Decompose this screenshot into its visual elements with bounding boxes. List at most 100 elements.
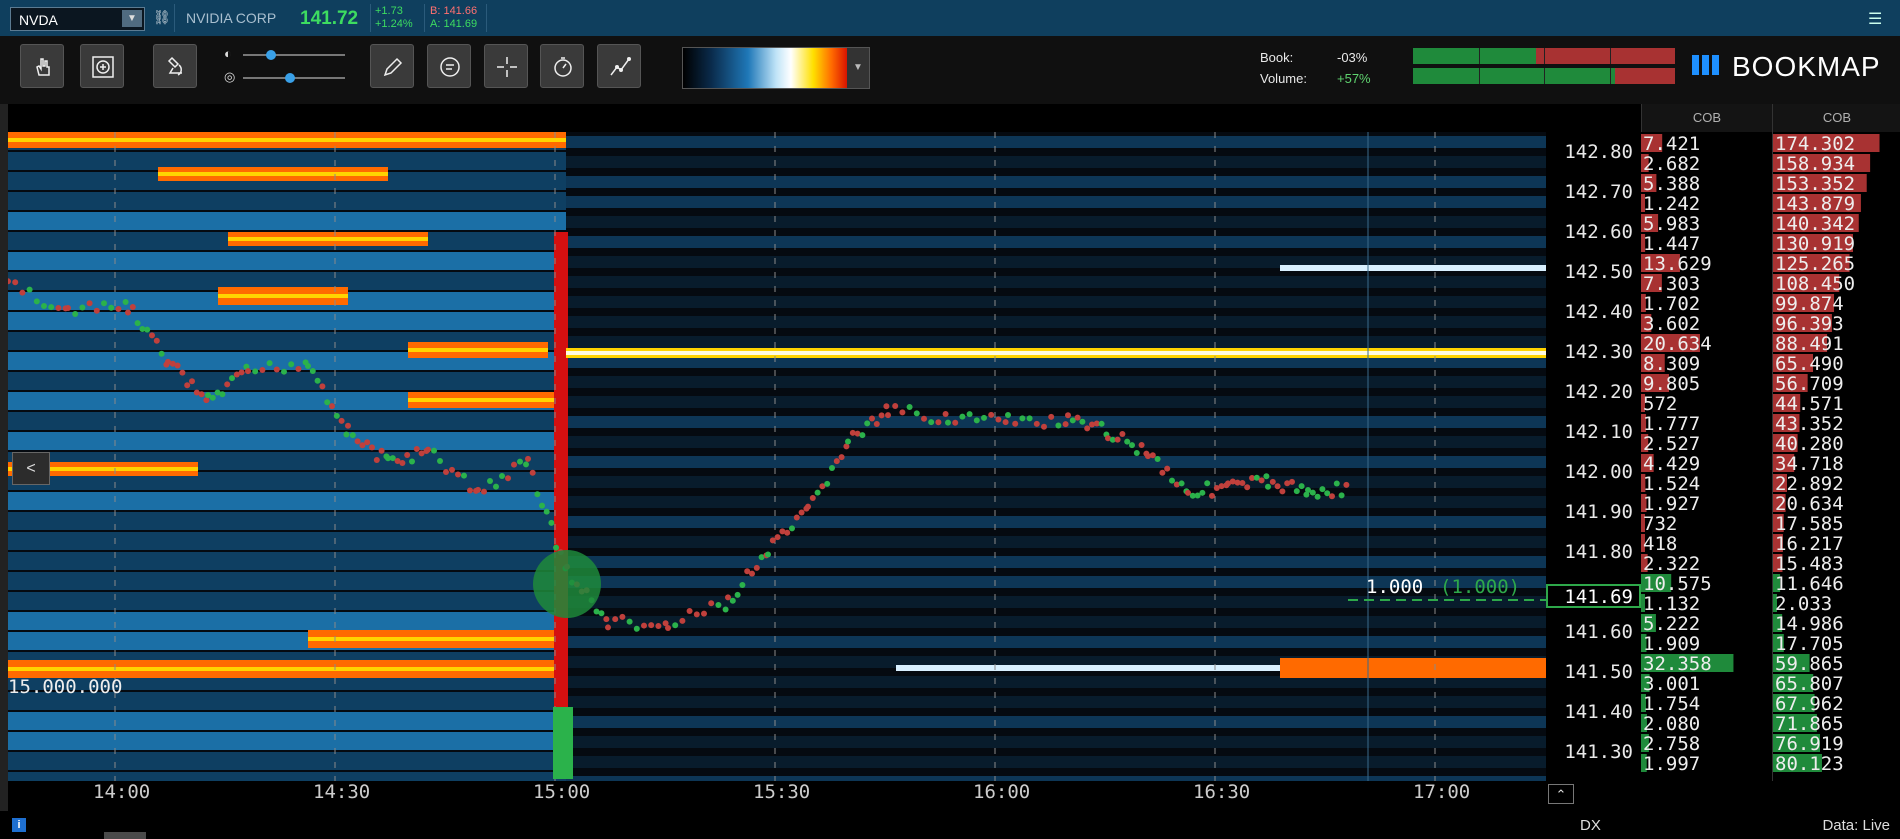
- trade-dot: [1124, 438, 1131, 445]
- trade-dot: [1062, 421, 1069, 428]
- trade-dot: [281, 368, 287, 375]
- trade-dot: [774, 534, 781, 541]
- link-icon[interactable]: ⛓: [153, 9, 171, 26]
- liquidity-band: [566, 496, 1546, 508]
- trade-dot: [93, 307, 100, 314]
- liquidity-band: [8, 372, 566, 390]
- volume-bar: [553, 707, 573, 779]
- trade-dot: [1263, 473, 1270, 480]
- price-tick-label: 142.80: [1564, 141, 1633, 163]
- liquidity-band: [566, 196, 1546, 208]
- chevron-down-icon[interactable]: ▼: [122, 10, 142, 27]
- chevron-up-icon[interactable]: ⌃: [1548, 784, 1574, 804]
- last-price: 141.72: [300, 8, 359, 29]
- trade-dot: [619, 613, 626, 620]
- trade-dot: [1114, 436, 1121, 443]
- time-axis[interactable]: 14:00 14:30 15:00 15:30 16:00 16:30 17:00: [8, 781, 1546, 811]
- trade-dot: [1138, 442, 1145, 449]
- cob-header-1[interactable]: COB: [1641, 104, 1772, 132]
- liquidity-band: [8, 612, 566, 630]
- liquidity-band: [8, 772, 566, 781]
- contrast-slider-knob[interactable]: [285, 73, 295, 83]
- left-edge-bar: [0, 104, 8, 839]
- cob-cell: 43.352: [1775, 413, 1844, 435]
- menu-icon[interactable]: ☰: [1868, 9, 1884, 28]
- liquidity-band: [8, 252, 566, 270]
- cob-column-2: 174.302 158.934 153.352 143.879 140.342 130.9…: [1772, 132, 1900, 781]
- trade-dot: [198, 391, 205, 398]
- change-pct: +1.24%: [375, 18, 413, 30]
- horizontal-scrollbar[interactable]: [104, 832, 146, 839]
- crosshair-tool-button[interactable]: [484, 44, 528, 88]
- cob-cell: 34.718: [1775, 453, 1844, 475]
- trade-dot: [1279, 488, 1286, 495]
- cob-cell: 1.132: [1643, 593, 1701, 615]
- trade-dot: [981, 414, 987, 421]
- trend-tool-button[interactable]: [597, 44, 641, 88]
- last-trade-size: 1.000: [1366, 576, 1424, 598]
- liquidity-band: [8, 312, 566, 330]
- trade-dot: [238, 369, 245, 376]
- cob-cell: 76.919: [1775, 733, 1844, 755]
- draw-tool-button[interactable]: [370, 44, 414, 88]
- cob-cell: 56.709: [1775, 373, 1844, 395]
- trade-dot: [144, 326, 151, 333]
- chevron-down-icon[interactable]: ▼: [847, 48, 869, 88]
- brightness-slider[interactable]: [243, 54, 345, 56]
- cob-cell: 2.080: [1643, 713, 1701, 735]
- cob-cell: 59.865: [1775, 653, 1844, 675]
- trade-dot: [443, 469, 449, 476]
- price-tick-label: 141.90: [1564, 501, 1633, 523]
- time-tick-label: 14:00: [93, 781, 151, 803]
- heatmap-color-scale[interactable]: ▼: [682, 47, 870, 89]
- symbol-selector[interactable]: NVDA ▼: [10, 7, 145, 31]
- trade-dot: [252, 368, 259, 375]
- brightness-slider-knob[interactable]: [266, 50, 276, 60]
- cob-cell: 1.447: [1643, 233, 1701, 255]
- trade-dot: [48, 304, 55, 311]
- liquidity-band: [566, 176, 1546, 188]
- trade-dot: [885, 412, 891, 419]
- trade-dot: [598, 610, 605, 617]
- trade-dot: [1204, 480, 1211, 487]
- trade-dot: [739, 581, 746, 588]
- separator: [370, 4, 371, 32]
- volume-value: +57%: [1337, 71, 1371, 86]
- trade-dot: [409, 458, 415, 465]
- liquidity-band: [8, 552, 566, 570]
- trade-dot: [129, 303, 136, 310]
- trade-dot: [149, 332, 155, 339]
- heatmap-chart[interactable]: [8, 132, 1546, 781]
- zoom-tool-button[interactable]: [80, 44, 124, 88]
- liquidity-core: [8, 138, 566, 142]
- cob-cell: 2.527: [1643, 433, 1701, 455]
- price-axis[interactable]: 142.80 142.70 142.60 142.50 142.40 142.30 142.…: [1546, 132, 1641, 781]
- trade-dot: [729, 597, 736, 604]
- notes-tool-button[interactable]: [427, 44, 471, 88]
- cob-header-2[interactable]: COB: [1772, 104, 1900, 132]
- trade-dot: [869, 415, 875, 422]
- info-icon[interactable]: i: [12, 818, 26, 832]
- cob-cell: 1.909: [1643, 633, 1701, 655]
- trade-dot: [859, 432, 866, 439]
- meter-divider: [1478, 48, 1480, 64]
- replay-speed-button[interactable]: [540, 44, 584, 88]
- liquidity-core: [408, 398, 558, 402]
- liquidity-band: [8, 532, 566, 550]
- trade-dot: [959, 413, 966, 420]
- trade-dot: [966, 411, 973, 418]
- cob-cell: 140.342: [1775, 213, 1856, 235]
- hand-tool-button[interactable]: [20, 44, 64, 88]
- ask-price: A: 141.69: [430, 18, 478, 30]
- indicator-tool-button[interactable]: [153, 44, 197, 88]
- trade-dot: [534, 491, 541, 498]
- cob-cell: 2.682: [1643, 153, 1701, 175]
- separator: [486, 4, 487, 32]
- collapse-button[interactable]: <: [12, 452, 50, 485]
- cob-column-1: 7.421 2.682 5.388 1.242 5.983 1.447 13.629 7.30…: [1641, 132, 1771, 781]
- trade-dot: [1026, 415, 1033, 422]
- trade-dot: [174, 362, 181, 369]
- data-status: Data: Live: [1822, 817, 1890, 834]
- trade-dot: [345, 422, 351, 429]
- change-abs: +1.73: [375, 5, 403, 17]
